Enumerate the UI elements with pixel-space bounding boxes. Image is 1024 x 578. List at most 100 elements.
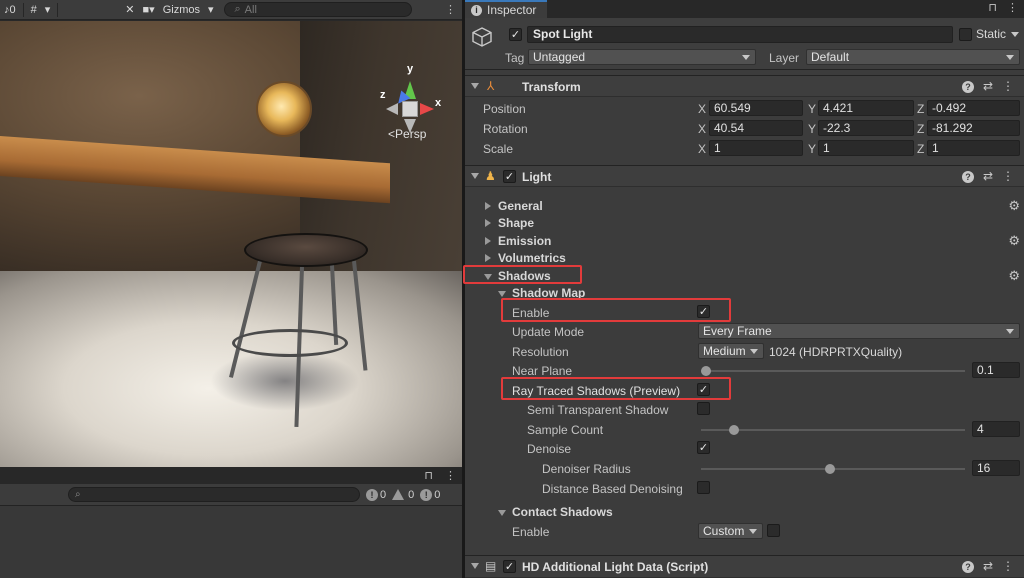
rotation-x-field[interactable]: 40.54 [709,120,803,136]
position-label: Position [483,102,526,116]
lock-icon[interactable]: ⊓ [988,2,997,14]
axis-x-label: X [698,142,707,156]
sample-count-field[interactable]: 4 [972,421,1020,437]
settings-gear-icon[interactable]: ⚙ [1008,268,1020,284]
error-filter-button[interactable]: ! 0 [420,488,440,501]
scale-y-field[interactable]: 1 [818,140,914,156]
orientation-gizmo[interactable]: y x z [380,63,442,135]
rotation-y-field[interactable]: -22.3 [818,120,914,136]
more-vertical-icon[interactable]: ⋮ [1007,2,1018,14]
gameobject-name-field[interactable]: Spot Light [527,26,953,43]
axis-z-label: Z [917,102,925,116]
chevron-down-icon [750,349,758,354]
static-dropdown-icon[interactable] [1011,32,1019,37]
tag-dropdown[interactable]: Untagged [528,49,756,65]
position-y-field[interactable]: 4.421 [818,100,914,116]
static-checkbox[interactable] [959,28,972,41]
near-plane-slider-knob[interactable] [701,366,711,376]
position-z-field[interactable]: -0.492 [927,100,1020,116]
sample-count-slider-knob[interactable] [728,425,739,435]
contact-enable-override-checkbox[interactable] [767,524,780,537]
sample-count-slider-track[interactable] [701,429,965,431]
resolution-detail: 1024 (HDRPRTXQuality) [769,345,903,359]
transform-icon: ⅄ [487,79,495,93]
layer-dropdown[interactable]: Default [806,49,1020,65]
section-emission[interactable]: Emission ⚙ [465,233,1024,250]
chevron-down-icon [498,510,506,516]
section-shape[interactable]: Shape [465,215,1024,232]
stool-ring [232,329,348,357]
distance-denoising-checkbox[interactable] [697,481,710,494]
denoiser-radius-field[interactable]: 16 [972,460,1020,476]
help-icon[interactable]: ? [961,171,974,183]
axis-y-label: Y [808,122,817,136]
gizmo-center-cube[interactable] [402,101,418,117]
position-x-field[interactable]: 60.549 [709,100,803,116]
rotation-label: Rotation [483,122,528,136]
console-header: ⊓ ⋮ [0,467,462,484]
lock-icon[interactable]: ⊓ [418,469,439,482]
settings-gear-icon[interactable]: ⚙ [1008,198,1020,214]
contact-shadows-foldout[interactable]: Contact Shadows [465,504,1024,521]
chevron-down-icon: ▾ [44,4,51,16]
help-icon[interactable]: ? [961,81,974,93]
more-vertical-icon[interactable]: ⋮ [1002,169,1014,183]
axis-x-label: X [698,102,707,116]
grid-snapping-button[interactable]: # [27,0,41,20]
tab-inspector[interactable]: i Inspector [465,0,547,18]
denoise-checkbox[interactable]: ✓ [697,441,710,454]
hd-additional-light-header[interactable]: ▤ ✓ HD Additional Light Data (Script) ? ⇄… [465,555,1024,578]
more-vertical-icon[interactable]: ⋮ [439,3,462,16]
console-search-input[interactable]: ⌕ [68,487,360,502]
x-axis-arrow-icon[interactable] [420,103,434,115]
contact-enable-dropdown[interactable]: Custom [698,523,763,539]
info-icon: i [471,4,482,16]
denoiser-radius-slider-knob[interactable] [825,464,836,474]
section-shape-label: Shape [498,216,535,230]
audio-toggle[interactable]: ♪ 0 [0,0,20,20]
tag-label: Tag [505,51,525,65]
distance-denoising-label: Distance Based Denoising [542,482,683,496]
component-controls: ? ⇄ ⋮ [953,169,1014,183]
more-vertical-icon[interactable]: ⋮ [1002,559,1014,573]
camera-button[interactable]: ■ ▾ [139,0,159,20]
neg-x-axis-arrow-icon[interactable] [386,103,398,115]
near-plane-slider-track[interactable] [701,370,965,372]
light-component-header[interactable]: ♟ ✓ Light ? ⇄ ⋮ [465,165,1024,187]
foldout-icon[interactable] [471,563,479,569]
near-plane-label: Near Plane [512,364,573,378]
more-vertical-icon[interactable]: ⋮ [1002,79,1014,93]
light-enabled-checkbox[interactable]: ✓ [503,170,516,183]
gizmos-button[interactable]: Gizmos [159,0,204,20]
section-general[interactable]: General ⚙ [465,198,1024,215]
near-plane-field[interactable]: 0.1 [972,362,1020,378]
scene-viewport[interactable]: y x z <Persp [0,21,462,467]
presets-icon[interactable]: ⇄ [983,559,993,573]
update-mode-dropdown[interactable]: Every Frame [698,323,1020,339]
foldout-icon[interactable] [471,173,479,179]
transform-component-header[interactable]: ⅄ Transform ? ⇄ ⋮ [465,75,1024,97]
info-filter-button[interactable]: ! 0 [366,488,386,501]
warning-filter-button[interactable]: 0 [392,489,414,501]
help-icon[interactable]: ? [961,561,974,573]
resolution-dropdown[interactable]: Medium [698,343,764,359]
tools-button[interactable]: ✕ [121,0,138,20]
gizmos-dropdown[interactable]: ▾ [204,0,218,20]
console-toolbar: ⌕ ! 0 0 ! 0 [0,484,462,506]
foldout-icon[interactable] [471,83,479,89]
axis-y-label: Y [808,142,817,156]
scene-search-input[interactable]: ⌕ All [223,2,412,17]
semi-transparent-checkbox[interactable] [697,402,710,415]
presets-icon[interactable]: ⇄ [983,169,993,183]
presets-icon[interactable]: ⇄ [983,79,993,93]
projection-toggle[interactable]: <Persp [388,127,426,141]
scale-z-field[interactable]: 1 [927,140,1020,156]
gameobject-active-checkbox[interactable]: ✓ [509,28,522,41]
hd-additional-enabled-checkbox[interactable]: ✓ [503,560,516,573]
rotation-z-field[interactable]: -81.292 [927,120,1020,136]
grid-dropdown[interactable]: ▾ [41,0,55,20]
more-vertical-icon[interactable]: ⋮ [439,469,462,482]
settings-gear-icon[interactable]: ⚙ [1008,233,1020,249]
gizmo-x-label: x [435,97,442,109]
scale-x-field[interactable]: 1 [709,140,803,156]
